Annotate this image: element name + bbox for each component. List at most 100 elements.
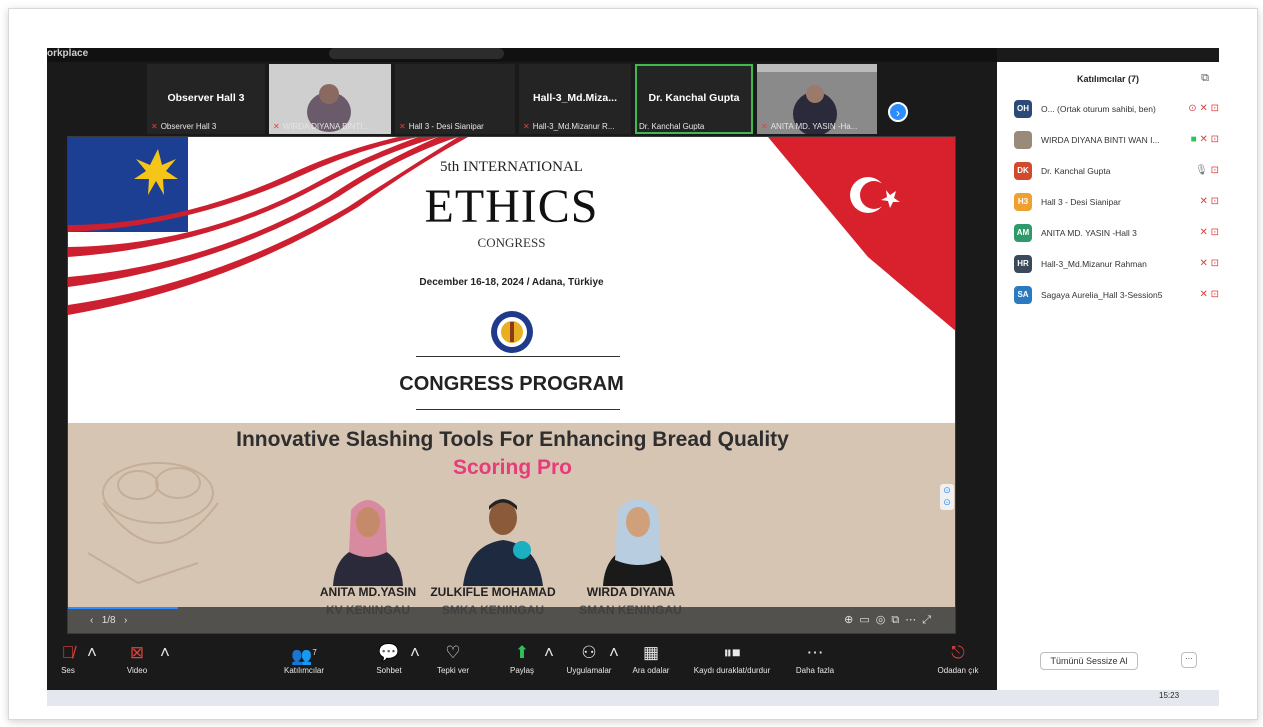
zoom-icon[interactable]: ⊕ [844, 614, 859, 626]
presenter-photo [333, 500, 403, 586]
muted-mic-icon[interactable]: ✕ ⊡ [1199, 196, 1219, 207]
shared-screen-slide: 5th INTERNATIONAL ETHICS CONGRESS Decemb… [67, 136, 956, 634]
muted-mic-icon: ✕ [151, 122, 158, 131]
popout-icon[interactable]: ⧉ [1201, 72, 1209, 85]
chat-button[interactable]: 💬 Sohbet [372, 642, 406, 675]
avatar: H3 [1014, 193, 1032, 211]
presenter-name: WIRDA DIYANA [586, 585, 676, 599]
video-strip: Observer Hall 3 ✕ Observer Hall 3 ✕ WIRDA … [147, 64, 908, 134]
search-box[interactable] [329, 48, 504, 59]
apps-icon: ⚇ [581, 643, 597, 662]
muted-mic-icon: 🎙̸ [61, 643, 75, 662]
avatar: AM [1014, 224, 1032, 242]
chat-icon: 💬 [378, 643, 400, 662]
pause-stop-icon: ⏸⏹ [723, 643, 741, 662]
audio-button[interactable]: 🎙̸ Ses [53, 642, 83, 675]
expand-icon[interactable]: ⤢ [922, 614, 937, 626]
mic-icon[interactable]: 🎙 ⊡ [1195, 165, 1219, 176]
participants-label: Katılımcılar [283, 666, 324, 675]
tile-label: Dr. Kanchal Gupta [639, 122, 705, 131]
more-options-button[interactable]: ··· [1181, 652, 1197, 668]
participant-name: O... (Ortak oturum sahibi, ben) [1041, 104, 1156, 114]
muted-mic-icon: ✕ [273, 122, 280, 131]
muted-mic-icon: ✕ [761, 122, 768, 131]
participant-name: ANITA MD. YASIN -Hall 3 [1041, 228, 1137, 238]
apps-label: Uygulamalar [566, 666, 612, 675]
video-tile[interactable]: ✕ ANITA MD. YASIN -Ha... [757, 64, 877, 134]
react-button[interactable]: ♡ Tepki ver [433, 642, 473, 675]
muted-mic-icon[interactable]: ⊙ ✕ ⊡ [1188, 103, 1219, 114]
breakout-rooms-button[interactable]: ▦ Ara odalar [629, 642, 673, 675]
side-tool-icons[interactable]: ⊙ ⊙ [940, 484, 954, 510]
more-label: Daha fazla [795, 666, 835, 675]
chevron-up-icon[interactable]: ˄ [609, 642, 619, 666]
leave-button[interactable]: ⎋ Odadan çık [932, 642, 984, 675]
share-label: Paylaş [509, 666, 534, 675]
presenter-name: ANITA MD.YASIN [319, 585, 417, 599]
window-icon[interactable]: ⧉ [891, 614, 905, 626]
chevron-up-icon[interactable]: ˄ [87, 642, 97, 666]
slide-title: ETHICS [424, 180, 599, 233]
more-icon[interactable]: ⋯ [905, 614, 922, 626]
broadcast-icon[interactable]: ◎ [876, 614, 892, 626]
tile-label: Observer Hall 3 [160, 122, 217, 131]
chevron-up-icon[interactable]: ˄ [544, 642, 554, 666]
share-screen-icon: ⬆ [514, 643, 530, 662]
participant-row[interactable]: DK Dr. Kanchal Gupta 🎙 ⊡ [1014, 162, 1219, 182]
leave-door-icon: ⎋ [951, 643, 965, 662]
presentation-headline: Innovative Slashing Tools For Enhancing … [236, 428, 789, 451]
tile-name: Hall-3_Md.Miza... [532, 92, 617, 104]
tile-name: Dr. Kanchal Gupta [648, 92, 740, 104]
grid-icon: ▦ [642, 643, 660, 662]
slide-tools: ⊕▭◎⧉⋯⤢ [844, 613, 937, 627]
participant-row[interactable]: AM ANITA MD. YASIN -Hall 3 ✕ ⊡ [1014, 224, 1219, 244]
presenter-photo [463, 499, 543, 586]
more-button[interactable]: ⋯ Daha fazla [792, 642, 838, 675]
participant-name: WIRDA DIYANA BINTI WAN I... [1041, 135, 1160, 145]
chevron-right-icon[interactable]: › [888, 102, 908, 122]
more-icon: ⋯ [806, 643, 824, 662]
participant-row[interactable]: SA Sagaya Aurelia_Hall 3-Session5 ✕ ⊡ [1014, 286, 1219, 306]
muted-mic-icon[interactable]: ✕ ⊡ [1199, 258, 1219, 269]
video-tile[interactable]: ✕ WIRDA DIYANA BINTI... [269, 64, 391, 134]
tile-label: Hall 3 - Desi Sianipar [408, 122, 484, 131]
avatar: OH [1014, 100, 1032, 118]
window-title: orkplace [47, 48, 89, 59]
participant-row[interactable]: OH O... (Ortak oturum sahibi, ben) ⊙ ✕ ⊡ [1014, 100, 1219, 120]
page-indicator[interactable]: ‹ 1/8 › [90, 615, 127, 626]
participants-count: 7 [312, 648, 317, 657]
chevron-right-icon[interactable]: › [124, 615, 127, 626]
meeting-window: orkplace Observer Hall 3 ✕ Observer Hall … [47, 48, 1219, 690]
chevron-left-icon[interactable]: ‹ [90, 615, 93, 626]
muted-mic-icon: ✕ [399, 122, 406, 131]
participant-row[interactable]: HR Hall-3_Md.Mizanur Rahman ✕ ⊡ [1014, 255, 1219, 275]
share-button[interactable]: ⬆ Paylaş [505, 642, 539, 675]
apps-button[interactable]: ⚇ Uygulamalar [564, 642, 614, 675]
muted-mic-icon[interactable]: ■ ✕ ⊡ [1191, 134, 1219, 145]
participants-button[interactable]: 👥7 Katılımcılar [279, 642, 329, 675]
video-tile[interactable]: Observer Hall 3 ✕ Observer Hall 3 [147, 64, 265, 134]
react-label: Tepki ver [436, 666, 469, 675]
chevron-up-icon[interactable]: ˄ [410, 642, 420, 666]
participants-icon: 👥7 [291, 646, 317, 666]
chevron-up-icon[interactable]: ˄ [160, 642, 170, 666]
product-name: Scoring Pro [452, 456, 573, 479]
presenter-name: ZULKIFLE MOHAMAD [430, 585, 556, 599]
muted-mic-icon[interactable]: ✕ ⊡ [1199, 289, 1219, 300]
slide-subtitle: CONGRESS [477, 235, 546, 250]
avatar: HR [1014, 255, 1032, 273]
congress-seal-logo [491, 311, 533, 353]
video-tile[interactable]: ✕ Hall 3 - Desi Sianipar [395, 64, 515, 134]
participant-row[interactable]: H3 Hall 3 - Desi Sianipar ✕ ⊡ [1014, 193, 1219, 213]
video-tile-active-speaker[interactable]: Dr. Kanchal Gupta Dr. Kanchal Gupta [635, 64, 753, 134]
title-bar: orkplace [47, 48, 997, 62]
video-button[interactable]: ⊠ Video [120, 642, 154, 675]
participant-row[interactable]: WIRDA DIYANA BINTI WAN I... ■ ✕ ⊡ [1014, 131, 1219, 151]
caption-icon[interactable]: ▭ [859, 614, 875, 626]
mute-all-button[interactable]: Tümünü Sessize Al [1040, 652, 1138, 670]
muted-mic-icon[interactable]: ✕ ⊡ [1199, 227, 1219, 238]
video-off-icon: ⊠ [129, 643, 145, 662]
video-tile[interactable]: Hall-3_Md.Miza... ✕ Hall-3_Md.Mizanur R..… [519, 64, 631, 134]
tile-name: Observer Hall 3 [167, 92, 245, 104]
recording-button[interactable]: ⏸⏹ Kaydı duraklat/durdur [687, 642, 777, 675]
